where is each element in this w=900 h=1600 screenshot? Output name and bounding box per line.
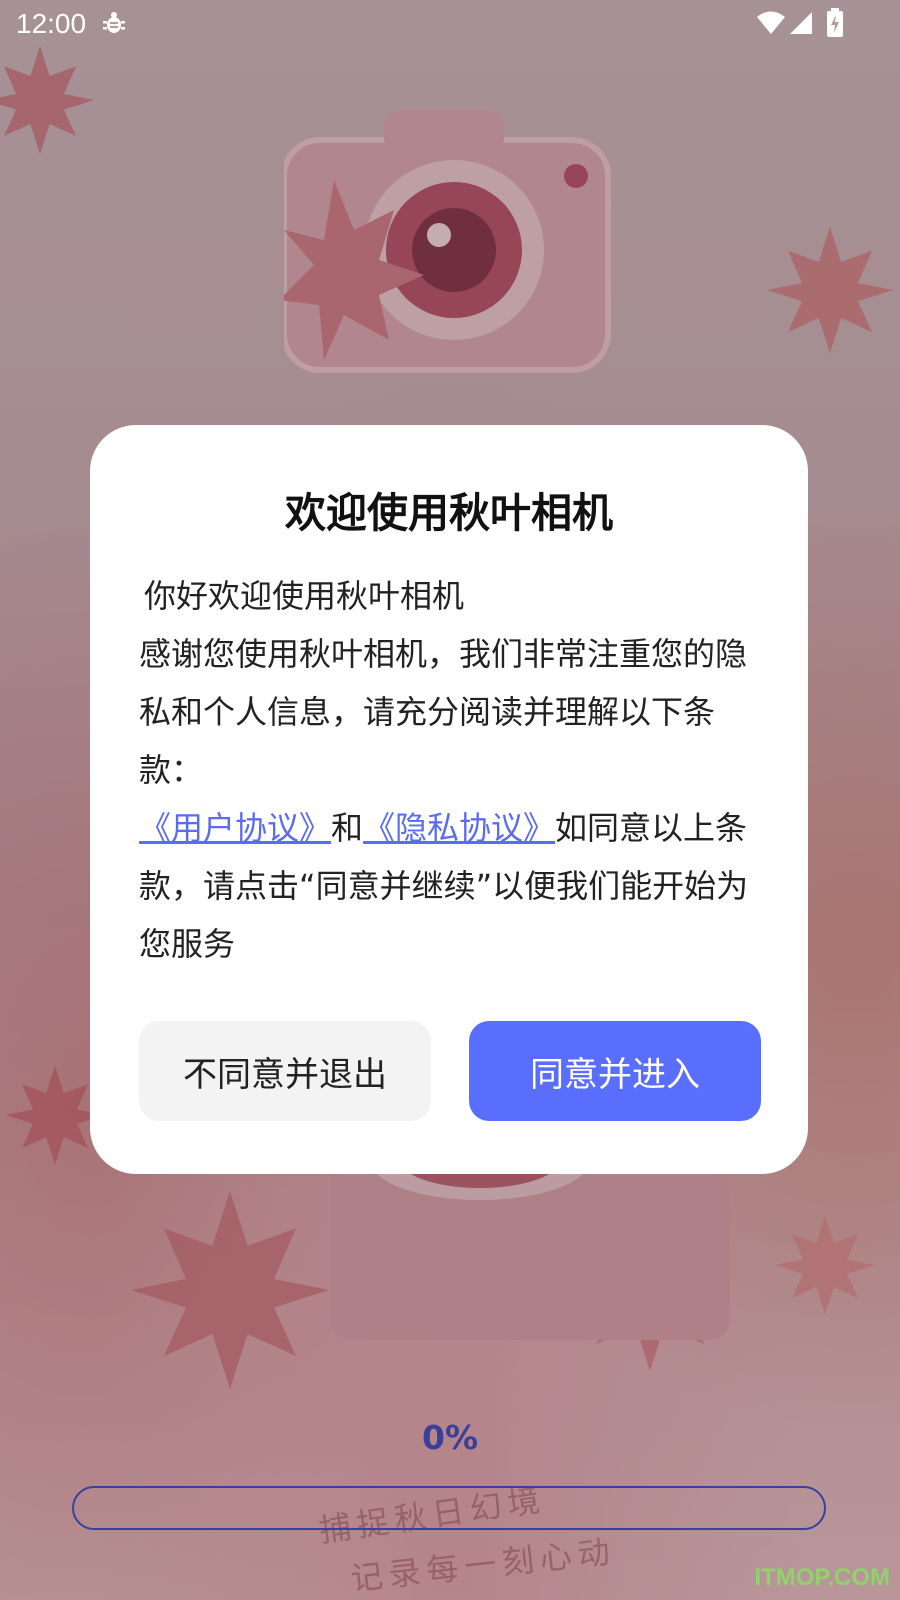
privacy-consent-dialog: 欢迎使用秋叶相机 你好欢迎使用秋叶相机 感谢您使用秋叶相机，我们非常注重您的隐私… (90, 425, 808, 1174)
dialog-body: 感谢您使用秋叶相机，我们非常注重您的隐私和个人信息，请充分阅读并理解以下条款： … (139, 625, 759, 973)
progress-bar (72, 1486, 826, 1530)
user-agreement-link[interactable]: 《用户协议》 (139, 809, 331, 847)
privacy-policy-link[interactable]: 《隐私协议》 (363, 809, 555, 847)
wifi-icon (757, 11, 785, 34)
signal-icon (790, 12, 812, 34)
debug-icon (103, 12, 125, 33)
agree-and-enter-button[interactable]: 同意并进入 (469, 1021, 761, 1121)
decline-and-exit-button[interactable]: 不同意并退出 (139, 1021, 431, 1121)
status-time: 12:00 (16, 8, 87, 39)
progress-percentage: 0% (421, 1418, 479, 1457)
battery-charging-icon (827, 8, 843, 37)
dialog-greeting: 你好欢迎使用秋叶相机 (144, 577, 465, 615)
dialog-intro-text: 感谢您使用秋叶相机，我们非常注重您的隐私和个人信息，请充分阅读并理解以下条款： (139, 635, 748, 789)
conjunction-text: 和 (331, 809, 364, 847)
status-bar: 12:00 (0, 0, 900, 48)
watermark: ITMOP.COM (754, 1564, 890, 1591)
dialog-title: 欢迎使用秋叶相机 (285, 489, 613, 537)
